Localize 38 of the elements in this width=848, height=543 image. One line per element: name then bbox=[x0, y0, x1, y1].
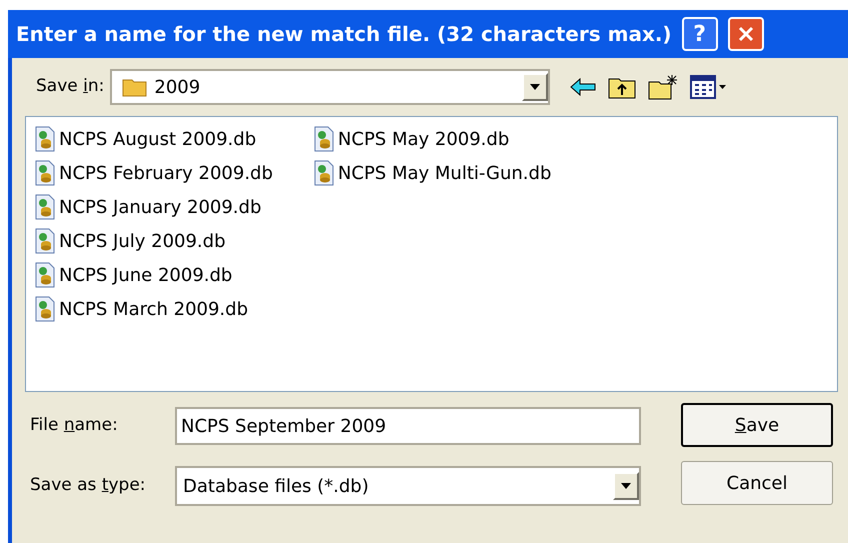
dropdown-button[interactable] bbox=[522, 73, 548, 101]
database-file-icon bbox=[34, 228, 56, 254]
file-item[interactable]: NCPS August 2009.db bbox=[34, 122, 273, 156]
file-item[interactable]: NCPS May 2009.db bbox=[312, 122, 552, 156]
file-type-value: Database files (*.db) bbox=[183, 474, 370, 498]
database-file-icon bbox=[312, 160, 335, 186]
view-menu-icon[interactable] bbox=[690, 75, 728, 99]
file-item[interactable]: NCPS June 2009.db bbox=[34, 258, 273, 292]
close-icon bbox=[736, 25, 755, 43]
file-item[interactable]: NCPS May Multi-Gun.db bbox=[312, 156, 552, 190]
file-type-combo-box[interactable]: Database files (*.db) bbox=[175, 466, 641, 506]
close-button[interactable] bbox=[728, 17, 764, 51]
database-file-icon bbox=[34, 296, 56, 322]
back-arrow-icon[interactable] bbox=[570, 78, 596, 96]
database-file-icon bbox=[34, 194, 56, 220]
file-item[interactable]: NCPS February 2009.db bbox=[34, 156, 273, 190]
database-file-icon bbox=[34, 160, 56, 186]
file-item[interactable]: NCPS March 2009.db bbox=[34, 292, 273, 326]
dialog-button[interactable]: Cancel bbox=[681, 461, 833, 505]
down-arrow-icon bbox=[530, 84, 540, 90]
database-file-icon bbox=[312, 126, 335, 152]
folder-name: 2009 bbox=[154, 76, 202, 100]
database-file-icon bbox=[34, 262, 56, 288]
window-title: Enter a name for the new match file. (32 characters max.) bbox=[16, 21, 672, 48]
file-name-field[interactable]: NCPS September 2009 bbox=[175, 407, 641, 445]
folder-icon bbox=[122, 77, 148, 97]
new-folder-icon[interactable] bbox=[648, 74, 678, 100]
file-item[interactable]: NCPS January 2009.db bbox=[34, 190, 273, 224]
save-as-type-label: Save as type: bbox=[30, 474, 147, 498]
save-in-label: Save in: bbox=[36, 75, 104, 98]
down-arrow-icon bbox=[621, 483, 631, 489]
help-button[interactable]: ? bbox=[682, 17, 718, 51]
dropdown-button[interactable] bbox=[613, 472, 639, 500]
dialog-button[interactable]: Save bbox=[681, 403, 833, 447]
folder-combo-box[interactable]: 2009 bbox=[110, 69, 550, 105]
file-item[interactable]: NCPS July 2009.db bbox=[34, 224, 273, 258]
file-name-label: File name: bbox=[30, 414, 119, 438]
database-file-icon bbox=[34, 126, 56, 152]
